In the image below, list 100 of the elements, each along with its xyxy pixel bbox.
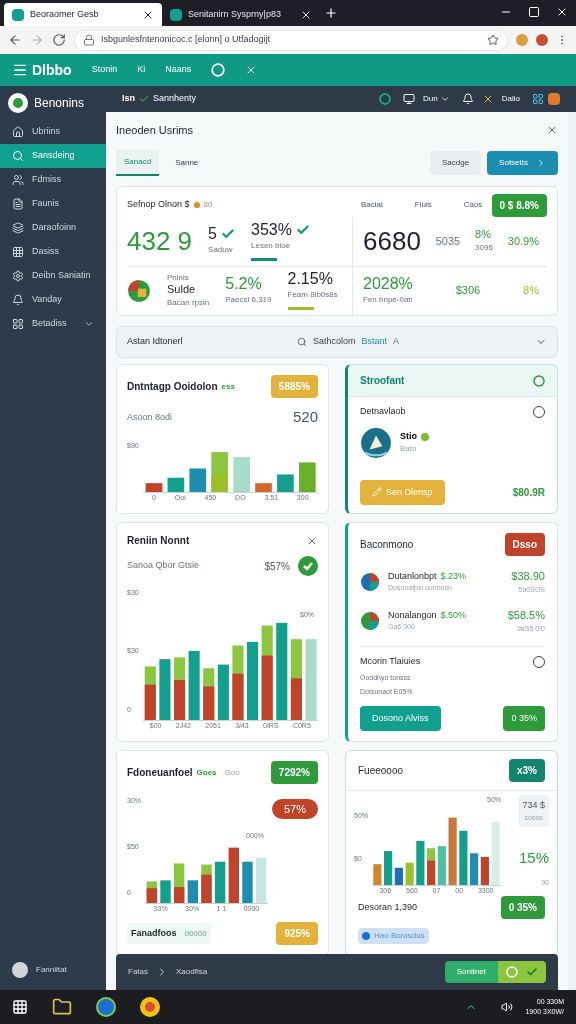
grid-icon[interactable] bbox=[532, 93, 544, 105]
bar bbox=[232, 456, 250, 493]
sidebar-item[interactable]: Daraofoinn bbox=[0, 216, 106, 240]
nav-link[interactable]: Ki bbox=[137, 63, 146, 77]
chart-subtitle: Sanoa Qbor Gtsie bbox=[127, 559, 200, 573]
app-brand: Dlbbo bbox=[32, 60, 72, 80]
bell-icon bbox=[12, 294, 24, 306]
search-icon[interactable] bbox=[297, 337, 307, 347]
column-label: Caos bbox=[463, 199, 483, 211]
profile-name: Stio bbox=[400, 429, 417, 443]
bar bbox=[160, 879, 171, 904]
primary-button[interactable]: Sotsetts bbox=[487, 151, 558, 175]
bar bbox=[201, 864, 212, 904]
user-avatar-icon bbox=[12, 962, 28, 978]
sidebar-item[interactable]: Fdmiss bbox=[0, 168, 106, 192]
stat-value: 6680 bbox=[363, 228, 421, 255]
browser-icon[interactable] bbox=[140, 997, 160, 1017]
stat-value: Sulde bbox=[167, 284, 196, 296]
tab[interactable]: Sanne bbox=[167, 150, 207, 176]
nav-link[interactable]: Naans bbox=[165, 63, 192, 77]
bar bbox=[373, 863, 382, 886]
bar bbox=[228, 847, 239, 904]
maximize-icon[interactable] bbox=[528, 6, 540, 18]
bar bbox=[437, 845, 446, 886]
percent-badge: 0 $ 8.8% bbox=[491, 193, 547, 217]
extension-icon[interactable] bbox=[536, 34, 548, 46]
breadcrumb-link[interactable]: Fatas bbox=[128, 966, 148, 978]
stat-value: $306 bbox=[455, 285, 481, 297]
note: 80 bbox=[203, 199, 213, 211]
layout-icon bbox=[12, 318, 24, 330]
stat-caption: Bacan rpsin bbox=[167, 297, 210, 310]
user-name: Fanniitat bbox=[36, 964, 67, 976]
suffix: A bbox=[393, 335, 400, 349]
settings-icon bbox=[12, 270, 24, 282]
pie-icon bbox=[360, 610, 380, 631]
nav-link[interactable]: Stonin bbox=[91, 63, 118, 77]
card-title: Dntntagp Ooidolon bbox=[127, 380, 218, 394]
secondary-button[interactable]: Sacdge bbox=[429, 151, 482, 175]
circle-icon bbox=[506, 966, 518, 978]
back-icon[interactable] bbox=[8, 33, 22, 47]
note: Goo bbox=[224, 766, 240, 779]
amount: $80.9R bbox=[512, 485, 545, 500]
tab[interactable]: Sanacd bbox=[116, 150, 160, 176]
sidebar-item[interactable]: Deibn Saniatin bbox=[0, 264, 106, 288]
bar bbox=[214, 861, 226, 904]
sidebar-item[interactable]: Faunis bbox=[0, 192, 106, 216]
item-change: $.23% bbox=[440, 569, 467, 583]
breadcrumb: Sannhenty bbox=[153, 92, 197, 106]
browser-tab[interactable]: Senitanirn Sysprny|p83 bbox=[162, 3, 320, 26]
sidebar-item[interactable]: Dasiss bbox=[0, 240, 106, 264]
stat-value: 2.15% bbox=[287, 271, 333, 288]
card-title: Stroofant bbox=[360, 374, 405, 388]
check-icon bbox=[295, 222, 310, 237]
bar bbox=[144, 665, 156, 721]
bar bbox=[146, 880, 158, 904]
item-amount: $58.5% bbox=[507, 608, 545, 623]
bar bbox=[255, 857, 267, 904]
filter-link[interactable]: Bstant bbox=[361, 335, 388, 349]
close-icon[interactable] bbox=[556, 6, 568, 18]
folder-icon[interactable] bbox=[52, 997, 72, 1017]
bar bbox=[480, 856, 489, 886]
pie-icon bbox=[360, 571, 380, 592]
bookmark-star-icon[interactable] bbox=[487, 34, 499, 46]
menu-icon[interactable] bbox=[12, 62, 28, 78]
address-bar[interactable]: Isbgunlesfntenonicoc.c [elonn] o Utfadogijt bbox=[74, 29, 508, 51]
status-icon bbox=[211, 63, 226, 77]
dropdown-button[interactable]: Dun bbox=[423, 93, 450, 105]
start-icon[interactable] bbox=[12, 999, 28, 1015]
sidebar-item[interactable]: Vanday bbox=[0, 288, 106, 312]
percent-button[interactable]: 0 35% bbox=[503, 705, 545, 731]
profile-sub: Bato bbox=[400, 443, 418, 456]
bar bbox=[491, 821, 500, 886]
app-icon[interactable] bbox=[96, 997, 116, 1017]
caret-icon bbox=[84, 319, 94, 329]
item-change: $.50% bbox=[440, 608, 467, 622]
new-tab-icon[interactable] bbox=[324, 6, 338, 20]
confirm-button[interactable] bbox=[498, 961, 546, 983]
home-icon bbox=[12, 126, 24, 138]
percent-badge: 7292% bbox=[270, 761, 318, 784]
screen-icon[interactable] bbox=[403, 93, 416, 105]
app-icon[interactable] bbox=[548, 93, 560, 105]
bar bbox=[173, 656, 185, 721]
percent-badge: 5885% bbox=[270, 375, 318, 398]
lock-icon bbox=[83, 34, 95, 46]
breadcrumb-link[interactable]: Xaodfisa bbox=[176, 966, 208, 978]
sidebar-item[interactable]: Ubriins bbox=[0, 120, 106, 144]
sidebar-item[interactable]: Betadiss bbox=[0, 312, 106, 336]
bar bbox=[174, 862, 185, 904]
reload-icon[interactable] bbox=[52, 33, 66, 47]
browser-tab[interactable]: Beoraomer Gesb bbox=[4, 3, 162, 26]
percent-badge: x3% bbox=[509, 759, 545, 782]
bar bbox=[448, 817, 457, 886]
speaker-icon[interactable] bbox=[501, 1001, 514, 1013]
avatar-icon bbox=[360, 426, 392, 459]
notification-icon[interactable] bbox=[461, 93, 474, 105]
item-amount: $38.90 bbox=[511, 569, 545, 584]
stat-caption: Fen bnpe-0ab bbox=[363, 293, 413, 306]
layers-icon bbox=[12, 222, 24, 234]
stat-value: 353% bbox=[251, 221, 292, 238]
status-icon bbox=[533, 374, 545, 387]
